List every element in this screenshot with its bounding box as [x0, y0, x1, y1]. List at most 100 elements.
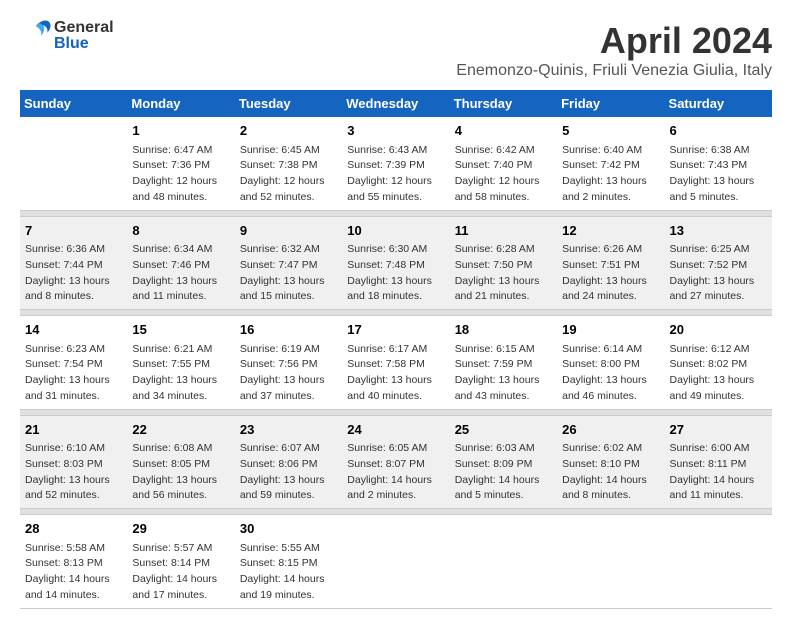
week-row-4: 21Sunrise: 6:10 AMSunset: 8:03 PMDayligh… — [20, 415, 772, 509]
cell-info: Sunrise: 6:02 AMSunset: 8:10 PMDaylight:… — [562, 441, 659, 504]
cell-info: Sunrise: 6:23 AMSunset: 7:54 PMDaylight:… — [25, 342, 122, 405]
logo-general-text: General — [54, 20, 114, 36]
day-number: 15 — [132, 320, 229, 340]
day-number: 17 — [347, 320, 444, 340]
header-row: SundayMondayTuesdayWednesdayThursdayFrid… — [20, 90, 772, 117]
calendar-cell: 16Sunrise: 6:19 AMSunset: 7:56 PMDayligh… — [235, 316, 342, 410]
day-number: 9 — [240, 221, 337, 241]
cell-info: Sunrise: 6:36 AMSunset: 7:44 PMDaylight:… — [25, 242, 122, 305]
calendar-cell: 8Sunrise: 6:34 AMSunset: 7:46 PMDaylight… — [127, 216, 234, 310]
cell-info: Sunrise: 6:32 AMSunset: 7:47 PMDaylight:… — [240, 242, 337, 305]
cell-info: Sunrise: 6:45 AMSunset: 7:38 PMDaylight:… — [240, 143, 337, 206]
cell-info: Sunrise: 6:12 AMSunset: 8:02 PMDaylight:… — [670, 342, 767, 405]
cell-info: Sunrise: 6:34 AMSunset: 7:46 PMDaylight:… — [132, 242, 229, 305]
title-block: April 2024 Enemonzo-Quinis, Friuli Venez… — [456, 20, 772, 80]
day-number: 27 — [670, 420, 767, 440]
page-header: General Blue April 2024 Enemonzo-Quinis,… — [20, 20, 772, 80]
cell-info: Sunrise: 6:25 AMSunset: 7:52 PMDaylight:… — [670, 242, 767, 305]
day-number: 30 — [240, 519, 337, 539]
calendar-cell: 11Sunrise: 6:28 AMSunset: 7:50 PMDayligh… — [450, 216, 557, 310]
calendar-cell — [557, 515, 664, 609]
cell-info: Sunrise: 6:26 AMSunset: 7:51 PMDaylight:… — [562, 242, 659, 305]
cell-info: Sunrise: 6:43 AMSunset: 7:39 PMDaylight:… — [347, 143, 444, 206]
cell-info: Sunrise: 6:00 AMSunset: 8:11 PMDaylight:… — [670, 441, 767, 504]
calendar-cell — [20, 117, 127, 210]
cell-info: Sunrise: 6:40 AMSunset: 7:42 PMDaylight:… — [562, 143, 659, 206]
day-number: 5 — [562, 121, 659, 141]
day-number: 4 — [455, 121, 552, 141]
calendar-cell: 10Sunrise: 6:30 AMSunset: 7:48 PMDayligh… — [342, 216, 449, 310]
day-number: 19 — [562, 320, 659, 340]
week-row-2: 7Sunrise: 6:36 AMSunset: 7:44 PMDaylight… — [20, 216, 772, 310]
cell-info: Sunrise: 6:10 AMSunset: 8:03 PMDaylight:… — [25, 441, 122, 504]
col-header-friday: Friday — [557, 90, 664, 117]
calendar-cell: 21Sunrise: 6:10 AMSunset: 8:03 PMDayligh… — [20, 415, 127, 509]
day-number: 13 — [670, 221, 767, 241]
calendar-cell: 28Sunrise: 5:58 AMSunset: 8:13 PMDayligh… — [20, 515, 127, 609]
cell-info: Sunrise: 6:17 AMSunset: 7:58 PMDaylight:… — [347, 342, 444, 405]
cell-info: Sunrise: 6:47 AMSunset: 7:36 PMDaylight:… — [132, 143, 229, 206]
calendar-cell: 15Sunrise: 6:21 AMSunset: 7:55 PMDayligh… — [127, 316, 234, 410]
col-header-saturday: Saturday — [665, 90, 772, 117]
cell-info: Sunrise: 6:42 AMSunset: 7:40 PMDaylight:… — [455, 143, 552, 206]
day-number: 3 — [347, 121, 444, 141]
cell-info: Sunrise: 6:28 AMSunset: 7:50 PMDaylight:… — [455, 242, 552, 305]
day-number: 6 — [670, 121, 767, 141]
day-number: 12 — [562, 221, 659, 241]
calendar-cell — [450, 515, 557, 609]
cell-info: Sunrise: 6:19 AMSunset: 7:56 PMDaylight:… — [240, 342, 337, 405]
calendar-table: SundayMondayTuesdayWednesdayThursdayFrid… — [20, 90, 772, 609]
calendar-cell — [342, 515, 449, 609]
day-number: 16 — [240, 320, 337, 340]
cell-info: Sunrise: 6:08 AMSunset: 8:05 PMDaylight:… — [132, 441, 229, 504]
col-header-sunday: Sunday — [20, 90, 127, 117]
calendar-cell: 5Sunrise: 6:40 AMSunset: 7:42 PMDaylight… — [557, 117, 664, 210]
day-number: 14 — [25, 320, 122, 340]
calendar-cell: 4Sunrise: 6:42 AMSunset: 7:40 PMDaylight… — [450, 117, 557, 210]
calendar-cell: 19Sunrise: 6:14 AMSunset: 8:00 PMDayligh… — [557, 316, 664, 410]
location-title: Enemonzo-Quinis, Friuli Venezia Giulia, … — [456, 62, 772, 80]
calendar-cell: 26Sunrise: 6:02 AMSunset: 8:10 PMDayligh… — [557, 415, 664, 509]
month-title: April 2024 — [456, 20, 772, 62]
calendar-cell: 17Sunrise: 6:17 AMSunset: 7:58 PMDayligh… — [342, 316, 449, 410]
calendar-cell: 18Sunrise: 6:15 AMSunset: 7:59 PMDayligh… — [450, 316, 557, 410]
cell-info: Sunrise: 5:57 AMSunset: 8:14 PMDaylight:… — [132, 541, 229, 604]
calendar-cell: 25Sunrise: 6:03 AMSunset: 8:09 PMDayligh… — [450, 415, 557, 509]
calendar-cell: 22Sunrise: 6:08 AMSunset: 8:05 PMDayligh… — [127, 415, 234, 509]
cell-info: Sunrise: 6:30 AMSunset: 7:48 PMDaylight:… — [347, 242, 444, 305]
logo-icon — [20, 20, 52, 52]
calendar-cell: 1Sunrise: 6:47 AMSunset: 7:36 PMDaylight… — [127, 117, 234, 210]
day-number: 2 — [240, 121, 337, 141]
day-number: 20 — [670, 320, 767, 340]
cell-info: Sunrise: 5:55 AMSunset: 8:15 PMDaylight:… — [240, 541, 337, 604]
calendar-cell: 3Sunrise: 6:43 AMSunset: 7:39 PMDaylight… — [342, 117, 449, 210]
calendar-cell: 13Sunrise: 6:25 AMSunset: 7:52 PMDayligh… — [665, 216, 772, 310]
week-row-3: 14Sunrise: 6:23 AMSunset: 7:54 PMDayligh… — [20, 316, 772, 410]
day-number: 10 — [347, 221, 444, 241]
col-header-wednesday: Wednesday — [342, 90, 449, 117]
day-number: 11 — [455, 221, 552, 241]
logo-text: General Blue — [54, 20, 114, 52]
cell-info: Sunrise: 6:03 AMSunset: 8:09 PMDaylight:… — [455, 441, 552, 504]
cell-info: Sunrise: 6:14 AMSunset: 8:00 PMDaylight:… — [562, 342, 659, 405]
col-header-monday: Monday — [127, 90, 234, 117]
col-header-thursday: Thursday — [450, 90, 557, 117]
cell-info: Sunrise: 6:07 AMSunset: 8:06 PMDaylight:… — [240, 441, 337, 504]
day-number: 18 — [455, 320, 552, 340]
col-header-tuesday: Tuesday — [235, 90, 342, 117]
day-number: 29 — [132, 519, 229, 539]
calendar-cell: 14Sunrise: 6:23 AMSunset: 7:54 PMDayligh… — [20, 316, 127, 410]
calendar-cell: 6Sunrise: 6:38 AMSunset: 7:43 PMDaylight… — [665, 117, 772, 210]
calendar-cell: 29Sunrise: 5:57 AMSunset: 8:14 PMDayligh… — [127, 515, 234, 609]
cell-info: Sunrise: 5:58 AMSunset: 8:13 PMDaylight:… — [25, 541, 122, 604]
calendar-cell: 12Sunrise: 6:26 AMSunset: 7:51 PMDayligh… — [557, 216, 664, 310]
calendar-cell: 23Sunrise: 6:07 AMSunset: 8:06 PMDayligh… — [235, 415, 342, 509]
calendar-cell — [665, 515, 772, 609]
calendar-cell: 27Sunrise: 6:00 AMSunset: 8:11 PMDayligh… — [665, 415, 772, 509]
calendar-cell: 20Sunrise: 6:12 AMSunset: 8:02 PMDayligh… — [665, 316, 772, 410]
cell-info: Sunrise: 6:05 AMSunset: 8:07 PMDaylight:… — [347, 441, 444, 504]
day-number: 23 — [240, 420, 337, 440]
week-row-5: 28Sunrise: 5:58 AMSunset: 8:13 PMDayligh… — [20, 515, 772, 609]
calendar-cell: 9Sunrise: 6:32 AMSunset: 7:47 PMDaylight… — [235, 216, 342, 310]
logo: General Blue — [20, 20, 114, 52]
